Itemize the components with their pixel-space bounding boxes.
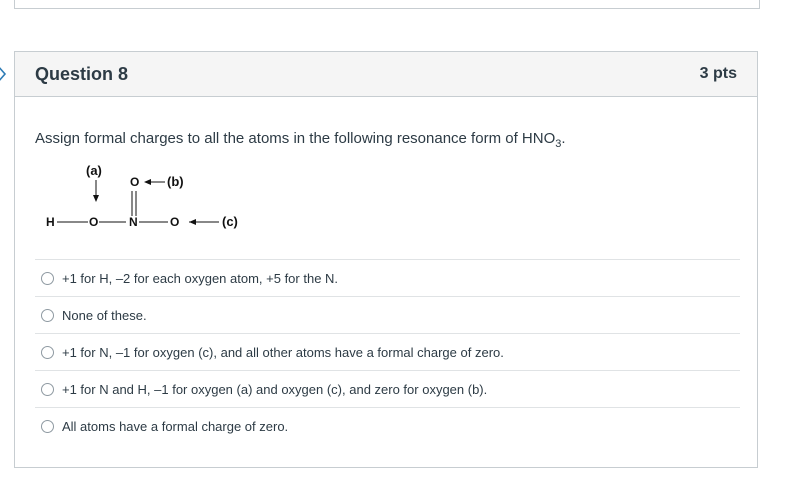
previous-question-box bbox=[14, 0, 760, 9]
radio-button[interactable] bbox=[41, 271, 54, 285]
hno3-structure-diagram: (a) O (b) H O N O (c) bbox=[46, 163, 238, 229]
answer-option[interactable]: +1 for N, –1 for oxygen (c), and all oth… bbox=[35, 333, 740, 370]
question-title: Question 8 bbox=[35, 63, 129, 84]
answer-option[interactable]: None of these. bbox=[35, 296, 740, 333]
arrow-c-head bbox=[189, 219, 196, 225]
arrow-a-head bbox=[93, 195, 99, 202]
question-prompt: Assign formal charges to all the atoms i… bbox=[35, 130, 566, 150]
atom-n: N bbox=[129, 215, 138, 229]
answer-option[interactable]: All atoms have a formal charge of zero. bbox=[35, 407, 740, 444]
answer-label: +1 for N and H, –1 for oxygen (a) and ox… bbox=[62, 381, 488, 397]
arrow-b-head bbox=[144, 179, 151, 185]
question-card: Question 8 3 pts Assign formal charges t… bbox=[14, 51, 758, 468]
answer-option[interactable]: +1 for N and H, –1 for oxygen (a) and ox… bbox=[35, 370, 740, 407]
chevron-right-icon[interactable] bbox=[0, 64, 8, 84]
question-points: 3 pts bbox=[699, 65, 737, 82]
answer-option[interactable]: +1 for H, –2 for each oxygen atom, +5 fo… bbox=[35, 259, 740, 296]
radio-button[interactable] bbox=[41, 308, 54, 322]
atom-h: H bbox=[46, 215, 55, 229]
answer-label: +1 for H, –2 for each oxygen atom, +5 fo… bbox=[62, 270, 339, 286]
atom-o-a: O bbox=[89, 215, 98, 229]
atom-o-top: O bbox=[130, 175, 139, 189]
radio-button[interactable] bbox=[41, 345, 54, 359]
label-b: (b) bbox=[167, 174, 184, 189]
answer-label: None of these. bbox=[62, 307, 147, 323]
atom-o-c: O bbox=[170, 215, 179, 229]
question-header: Question 8 3 pts bbox=[15, 52, 757, 97]
label-a: (a) bbox=[86, 163, 102, 178]
label-c: (c) bbox=[222, 214, 238, 229]
answer-label: All atoms have a formal charge of zero. bbox=[62, 418, 289, 434]
answer-list: +1 for H, –2 for each oxygen atom, +5 fo… bbox=[35, 259, 740, 444]
radio-button[interactable] bbox=[41, 419, 54, 433]
prompt-end: . bbox=[561, 130, 566, 147]
radio-button[interactable] bbox=[41, 382, 54, 396]
prompt-text: Assign formal charges to all the atoms i… bbox=[35, 130, 556, 147]
answer-label: +1 for N, –1 for oxygen (c), and all oth… bbox=[62, 344, 504, 360]
